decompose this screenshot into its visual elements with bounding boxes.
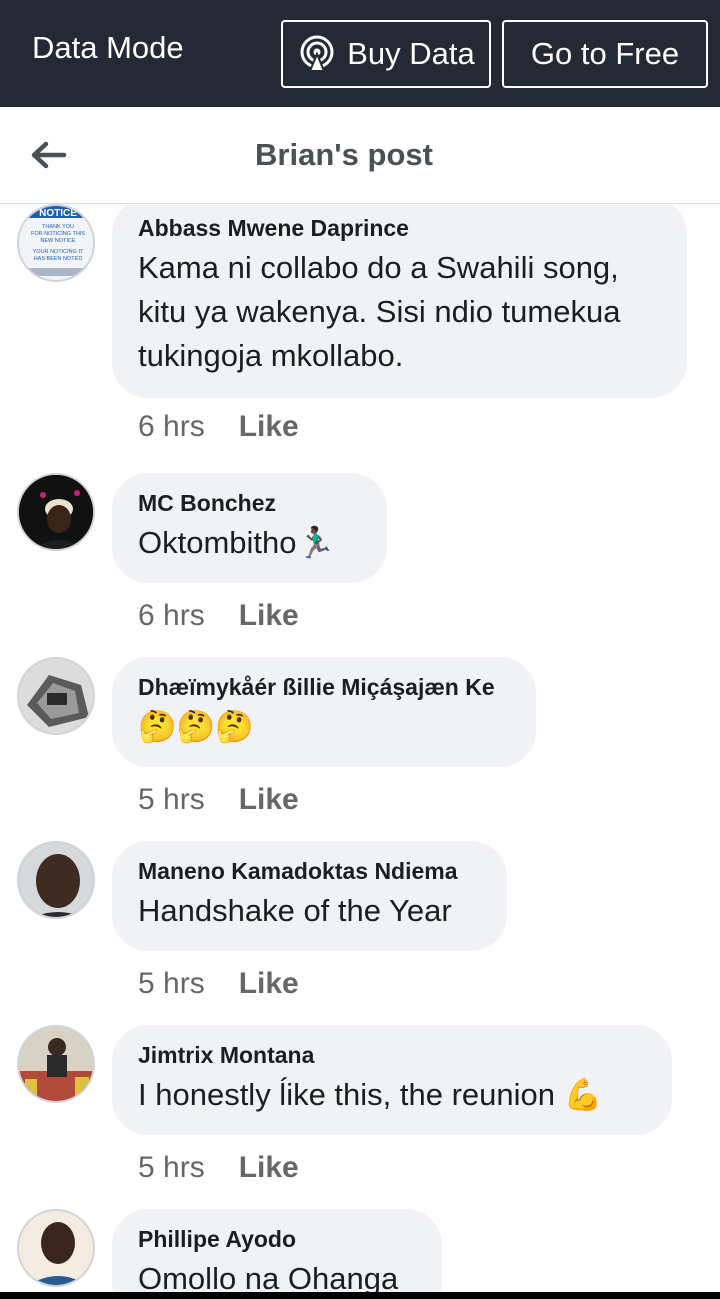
comment-time: 5 hrs (138, 783, 205, 816)
comment-bubble[interactable]: MC Bonchez Oktombitho🏃🏿‍♂️ (112, 473, 387, 583)
comments-list: NOTICE THANK YOU FOR NOTICING THIS NEW N… (0, 204, 720, 1292)
comment-text: Handshake of the Year (138, 893, 452, 928)
comment-meta: 6 hrs Like (138, 410, 299, 444)
comment-text: Oktombitho🏃🏿‍♂️ (138, 525, 336, 560)
avatar[interactable] (17, 1209, 95, 1287)
comment-time: 5 hrs (138, 967, 205, 1000)
comment-text: Kama ni collabo do a Swahili song, kitu … (138, 250, 621, 373)
go-to-free-label: Go to Free (530, 36, 680, 71)
commenter-name[interactable]: Jimtrix Montana (138, 1041, 646, 1069)
comment-time: 6 hrs (138, 410, 205, 443)
like-button[interactable]: Like (239, 783, 299, 816)
commenter-name[interactable]: Maneno Kamadoktas Ndiema (138, 857, 481, 885)
avatar[interactable] (17, 841, 95, 919)
commenter-name[interactable]: Phillipe Ayodo (138, 1225, 416, 1253)
comment-bubble[interactable]: Dhæïmykåér ßillie Miçáşajæn Ke 🤔🤔🤔 (112, 657, 536, 767)
post-header: Brian's post (0, 107, 720, 204)
data-mode-label: Data Mode (32, 30, 184, 65)
like-button[interactable]: Like (239, 1151, 299, 1184)
like-button[interactable]: Like (239, 410, 299, 443)
like-button[interactable]: Like (239, 967, 299, 1000)
comment-bubble[interactable]: Abbass Mwene Daprince Kama ni collabo do… (112, 204, 687, 398)
avatar[interactable] (17, 473, 95, 551)
comment-time: 6 hrs (138, 599, 205, 632)
comment-meta: 5 hrs Like (138, 783, 299, 817)
grayscale-avatar-image (19, 659, 93, 733)
commenter-name[interactable]: Dhæïmykåér ßillie Miçáşajæn Ke (138, 673, 510, 701)
comment-text: I honestly ĺike this, the reunion 💪 (138, 1077, 603, 1112)
svg-text:NEW NOTICE: NEW NOTICE (40, 238, 75, 244)
commenter-name[interactable]: MC Bonchez (138, 489, 361, 517)
broadcast-icon (300, 35, 334, 72)
comment-text: Omollo na Ohanga (138, 1261, 399, 1292)
svg-text:THANK YOU: THANK YOU (42, 224, 74, 230)
avatar[interactable] (17, 657, 95, 735)
avatar[interactable] (17, 1025, 95, 1103)
comment-time: 5 hrs (138, 1151, 205, 1184)
comment-meta: 5 hrs Like (138, 1151, 299, 1185)
svg-text:FOR NOTICING THIS: FOR NOTICING THIS (31, 231, 85, 237)
notice-avatar-image: NOTICE THANK YOU FOR NOTICING THIS NEW N… (19, 206, 93, 280)
avatar[interactable]: NOTICE THANK YOU FOR NOTICING THIS NEW N… (17, 204, 95, 282)
data-mode-bar: Data Mode Buy Data Go to Free (0, 0, 720, 107)
comment-meta: 6 hrs Like (138, 599, 299, 633)
person-avatar-image (19, 1027, 93, 1101)
go-to-free-button[interactable]: Go to Free (502, 20, 708, 88)
svg-text:YOUR NOTICING IT: YOUR NOTICING IT (33, 249, 84, 255)
person-avatar-image (19, 843, 93, 917)
comment-text: 🤔🤔🤔 (138, 709, 254, 744)
page-title: Brian's post (255, 137, 433, 172)
buy-data-button[interactable]: Buy Data (281, 20, 491, 88)
comment-meta: 5 hrs Like (138, 967, 299, 1001)
person-avatar-image (19, 475, 93, 549)
comment-bubble[interactable]: Maneno Kamadoktas Ndiema Handshake of th… (112, 841, 507, 951)
like-button[interactable]: Like (239, 599, 299, 632)
person-avatar-image (19, 1211, 93, 1285)
svg-text:HAS BEEN NOTED: HAS BEEN NOTED (34, 256, 83, 262)
commenter-name[interactable]: Abbass Mwene Daprince (138, 214, 661, 242)
bottom-edge (0, 1292, 720, 1299)
buy-data-label: Buy Data (347, 36, 475, 71)
svg-text:NOTICE: NOTICE (39, 208, 77, 219)
comment-bubble[interactable]: Jimtrix Montana I honestly ĺike this, th… (112, 1025, 672, 1135)
comment-bubble[interactable]: Phillipe Ayodo Omollo na Ohanga (112, 1209, 442, 1292)
